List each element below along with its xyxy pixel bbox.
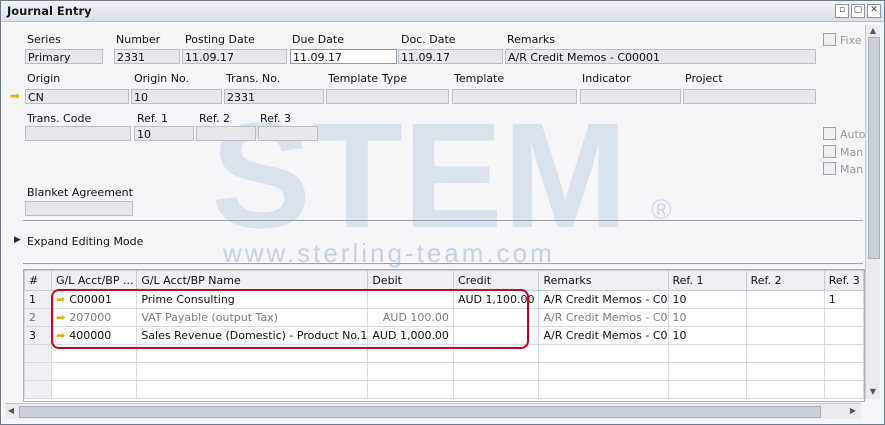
divider-bottom <box>23 263 863 264</box>
link-arrow-icon[interactable]: ➡ <box>10 90 20 102</box>
origin-label: Origin <box>27 72 61 85</box>
manual-checkbox-2[interactable] <box>823 162 836 175</box>
origin-no-field[interactable]: 10 <box>131 89 222 104</box>
ref2-cell[interactable] <box>745 290 825 309</box>
ref1-cell[interactable]: 10 <box>667 308 747 327</box>
ref1-label: Ref. 1 <box>137 112 168 125</box>
row-number: 2 <box>24 308 52 327</box>
grid-header-row: # G/L Acct/BP ... G/L Acct/BP Name Debit… <box>24 270 864 291</box>
divider-top <box>23 220 863 221</box>
ref1-cell[interactable]: 10 <box>667 326 747 345</box>
col-header-account[interactable]: G/L Acct/BP ... <box>50 270 138 291</box>
row-number: 1 <box>24 290 52 309</box>
ref2-field[interactable] <box>196 126 256 141</box>
remarks-cell[interactable]: A/R Credit Memos - C0 <box>538 308 669 327</box>
indicator-label: Indicator <box>582 72 631 85</box>
blanket-agreement-field[interactable] <box>25 201 133 216</box>
template-label: Template <box>454 72 505 85</box>
empty-row[interactable] <box>24 362 864 381</box>
highlight-annotation <box>51 289 529 349</box>
journal-entry-window: Journal Entry ▫ ▢ ✕ STEM ® www.sterling-… <box>0 0 885 425</box>
ref3-cell[interactable]: 1 <box>823 290 864 309</box>
due-date-label: Due Date <box>292 33 344 46</box>
doc-date-label: Doc. Date <box>401 33 456 46</box>
remarks-label: Remarks <box>507 33 555 46</box>
horizontal-scroll-thumb[interactable] <box>19 406 821 418</box>
auto-checkbox[interactable] <box>823 127 836 140</box>
ref2-label: Ref. 2 <box>199 112 230 125</box>
template-field[interactable] <box>452 89 577 104</box>
ref3-field[interactable] <box>258 126 318 141</box>
manual-checkbox-2-label: Man <box>840 163 864 176</box>
vertical-scrollbar[interactable]: ▲ ▼ <box>865 25 880 399</box>
scroll-left-icon[interactable]: ◀ <box>5 405 17 417</box>
ref3-cell[interactable] <box>823 308 864 327</box>
row-number: 3 <box>24 326 52 345</box>
number-label: Number <box>116 33 161 46</box>
ref3-label: Ref. 3 <box>260 112 291 125</box>
origin-field[interactable]: CN <box>25 89 129 104</box>
empty-row[interactable] <box>24 380 864 399</box>
ref1-cell[interactable]: 10 <box>667 290 747 309</box>
col-header-credit[interactable]: Credit <box>452 270 540 291</box>
blanket-agreement-label: Blanket Agreement <box>27 186 133 199</box>
fixed-checkbox-label: Fixe <box>840 34 862 47</box>
ref2-cell[interactable] <box>745 308 825 327</box>
remarks-field[interactable]: A/R Credit Memos - C00001 <box>505 49 816 64</box>
maximize-button[interactable]: ▢ <box>851 4 865 18</box>
scroll-right-icon[interactable]: ▶ <box>847 405 859 417</box>
remarks-cell[interactable]: A/R Credit Memos - C0 <box>538 326 669 345</box>
series-label: Series <box>27 33 61 46</box>
col-header-ref2[interactable]: Ref. 2 <box>745 270 825 291</box>
due-date-field[interactable]: 11.09.17 <box>290 49 397 64</box>
scroll-down-icon[interactable]: ▼ <box>867 386 879 398</box>
manual-checkbox-1-label: Man <box>840 146 864 159</box>
posting-date-label: Posting Date <box>185 33 255 46</box>
col-header-account-name[interactable]: G/L Acct/BP Name <box>136 270 369 291</box>
minimize-button[interactable]: ▫ <box>835 4 849 18</box>
window-title: Journal Entry <box>7 4 92 18</box>
indicator-field[interactable] <box>580 89 681 104</box>
series-field[interactable]: Primary <box>25 49 103 64</box>
col-header-row-number[interactable]: # <box>24 270 52 291</box>
trans-code-label: Trans. Code <box>27 112 92 125</box>
manual-checkbox-1[interactable] <box>823 145 836 158</box>
scroll-up-icon[interactable]: ▲ <box>867 25 879 37</box>
vertical-scroll-thumb[interactable] <box>868 37 880 259</box>
project-field[interactable] <box>683 89 816 104</box>
trans-code-field[interactable] <box>25 126 131 141</box>
col-header-debit[interactable]: Debit <box>367 270 454 291</box>
template-type-label: Template Type <box>328 72 407 85</box>
template-type-field[interactable] <box>326 89 449 104</box>
expand-editing-mode-link[interactable]: Expand Editing Mode <box>27 235 143 248</box>
doc-date-field[interactable]: 11.09.17 <box>398 49 503 64</box>
title-bar: Journal Entry ▫ ▢ ✕ <box>1 1 884 22</box>
trans-no-field[interactable]: 2331 <box>224 89 324 104</box>
posting-date-field[interactable]: 11.09.17 <box>182 49 287 64</box>
watermark-url: www.sterling-team.com <box>223 238 555 268</box>
origin-no-label: Origin No. <box>134 72 190 85</box>
trans-no-label: Trans. No. <box>226 72 281 85</box>
number-field[interactable]: 2331 <box>114 49 180 64</box>
col-header-ref3[interactable]: Ref. 3 <box>823 270 864 291</box>
ref3-cell[interactable] <box>823 326 864 345</box>
fixed-checkbox[interactable] <box>823 33 836 46</box>
horizontal-scrollbar[interactable]: ◀ ▶ <box>5 403 861 419</box>
col-header-ref1[interactable]: Ref. 1 <box>667 270 747 291</box>
ref1-field[interactable]: 10 <box>134 126 194 141</box>
remarks-cell[interactable]: A/R Credit Memos - C0 <box>538 290 669 309</box>
close-button[interactable]: ✕ <box>867 4 881 18</box>
project-label: Project <box>685 72 723 85</box>
col-header-remarks[interactable]: Remarks <box>538 270 669 291</box>
ref2-cell[interactable] <box>745 326 825 345</box>
expand-triangle-icon[interactable]: ▶ <box>14 235 21 245</box>
auto-checkbox-label: Auto <box>840 128 866 141</box>
